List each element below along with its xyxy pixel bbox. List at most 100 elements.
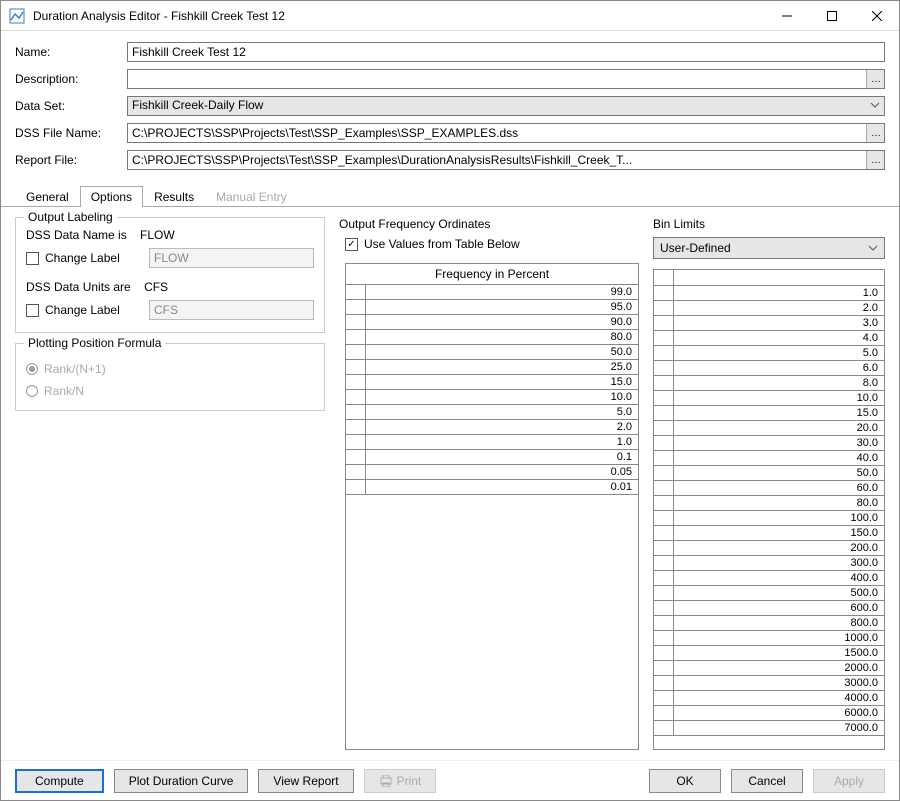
name-input[interactable] [127, 42, 885, 62]
bin-row[interactable]: 4.0 [654, 331, 884, 346]
freq-row[interactable]: 15.0 [346, 375, 638, 390]
bin-cell[interactable]: 80.0 [674, 496, 884, 510]
freq-cell[interactable]: 10.0 [366, 390, 638, 404]
freq-cell[interactable]: 80.0 [366, 330, 638, 344]
close-button[interactable] [854, 1, 899, 30]
bin-row[interactable]: 3.0 [654, 316, 884, 331]
bin-row[interactable]: 200.0 [654, 541, 884, 556]
bin-cell[interactable]: 800.0 [674, 616, 884, 630]
bin-row[interactable]: 20.0 [654, 421, 884, 436]
freq-table[interactable]: Frequency in Percent 99.095.090.080.050.… [345, 263, 639, 750]
freq-row[interactable]: 2.0 [346, 420, 638, 435]
bin-row[interactable]: 6.0 [654, 361, 884, 376]
bin-cell[interactable]: 1500.0 [674, 646, 884, 660]
ok-button[interactable]: OK [649, 769, 721, 793]
freq-row[interactable]: 99.0 [346, 285, 638, 300]
bin-cell[interactable]: 600.0 [674, 601, 884, 615]
bin-cell[interactable]: 1000.0 [674, 631, 884, 645]
bin-row[interactable]: 8.0 [654, 376, 884, 391]
bin-cell[interactable]: 30.0 [674, 436, 884, 450]
freq-row[interactable]: 0.1 [346, 450, 638, 465]
bin-cell[interactable]: 300.0 [674, 556, 884, 570]
bin-cell[interactable]: 4000.0 [674, 691, 884, 705]
dssfile-input[interactable] [128, 124, 866, 142]
bin-cell[interactable]: 1.0 [674, 286, 884, 300]
bin-cell[interactable]: 6000.0 [674, 706, 884, 720]
bin-cell[interactable]: 10.0 [674, 391, 884, 405]
bin-mode-select[interactable]: User-Defined [653, 237, 885, 259]
bin-cell[interactable]: 6.0 [674, 361, 884, 375]
bin-cell[interactable]: 15.0 [674, 406, 884, 420]
bin-cell[interactable]: 3.0 [674, 316, 884, 330]
freq-row[interactable]: 10.0 [346, 390, 638, 405]
freq-cell[interactable]: 15.0 [366, 375, 638, 389]
freq-cell[interactable]: 5.0 [366, 405, 638, 419]
bin-row[interactable]: 50.0 [654, 466, 884, 481]
bin-cell[interactable]: 50.0 [674, 466, 884, 480]
bin-row[interactable]: 2000.0 [654, 661, 884, 676]
bin-row[interactable]: 300.0 [654, 556, 884, 571]
radio-rank-n1[interactable] [26, 363, 38, 375]
bin-cell[interactable]: 400.0 [674, 571, 884, 585]
bin-cell[interactable]: 150.0 [674, 526, 884, 540]
bin-cell[interactable]: 500.0 [674, 586, 884, 600]
freq-row[interactable]: 50.0 [346, 345, 638, 360]
description-expand-button[interactable]: … [866, 70, 884, 88]
freq-cell[interactable]: 0.1 [366, 450, 638, 464]
bin-row[interactable]: 150.0 [654, 526, 884, 541]
bin-row[interactable]: 400.0 [654, 571, 884, 586]
bin-cell[interactable]: 4.0 [674, 331, 884, 345]
bin-row[interactable]: 1500.0 [654, 646, 884, 661]
bin-row[interactable]: 2.0 [654, 301, 884, 316]
freq-cell[interactable]: 99.0 [366, 285, 638, 299]
freq-row[interactable]: 95.0 [346, 300, 638, 315]
bin-table[interactable]: 1.02.03.04.05.06.08.010.015.020.030.040.… [653, 269, 885, 750]
freq-row[interactable]: 5.0 [346, 405, 638, 420]
bin-row[interactable]: 40.0 [654, 451, 884, 466]
plot-duration-button[interactable]: Plot Duration Curve [114, 769, 249, 793]
bin-row[interactable]: 80.0 [654, 496, 884, 511]
bin-cell[interactable]: 2.0 [674, 301, 884, 315]
bin-row[interactable]: 7000.0 [654, 721, 884, 736]
bin-cell[interactable]: 2000.0 [674, 661, 884, 675]
freq-cell[interactable]: 50.0 [366, 345, 638, 359]
bin-table-body[interactable]: 1.02.03.04.05.06.08.010.015.020.030.040.… [654, 286, 884, 749]
freq-cell[interactable]: 0.01 [366, 480, 638, 494]
freq-row[interactable]: 25.0 [346, 360, 638, 375]
bin-cell[interactable]: 7000.0 [674, 721, 884, 735]
tab-general[interactable]: General [15, 186, 80, 207]
bin-row[interactable]: 1000.0 [654, 631, 884, 646]
use-table-checkbox[interactable] [345, 238, 358, 251]
radio-rank-n[interactable] [26, 385, 38, 397]
maximize-button[interactable] [809, 1, 854, 30]
bin-row[interactable]: 1.0 [654, 286, 884, 301]
bin-row[interactable]: 3000.0 [654, 676, 884, 691]
bin-row[interactable]: 15.0 [654, 406, 884, 421]
bin-row[interactable]: 600.0 [654, 601, 884, 616]
freq-table-body[interactable]: 99.095.090.080.050.025.015.010.05.02.01.… [346, 285, 638, 749]
freq-cell[interactable]: 25.0 [366, 360, 638, 374]
compute-button[interactable]: Compute [15, 769, 104, 793]
freq-cell[interactable]: 90.0 [366, 315, 638, 329]
bin-row[interactable]: 30.0 [654, 436, 884, 451]
reportfile-browse-button[interactable]: … [866, 151, 884, 169]
bin-cell[interactable]: 60.0 [674, 481, 884, 495]
freq-cell[interactable]: 0.05 [366, 465, 638, 479]
change-name-checkbox[interactable] [26, 252, 39, 265]
bin-row[interactable]: 500.0 [654, 586, 884, 601]
reportfile-input[interactable] [128, 151, 866, 169]
change-units-checkbox[interactable] [26, 304, 39, 317]
bin-cell[interactable]: 5.0 [674, 346, 884, 360]
dataset-select[interactable]: Fishkill Creek-Daily Flow [127, 96, 885, 116]
dssfile-browse-button[interactable]: … [866, 124, 884, 142]
bin-row[interactable]: 4000.0 [654, 691, 884, 706]
bin-cell[interactable]: 8.0 [674, 376, 884, 390]
bin-cell[interactable]: 40.0 [674, 451, 884, 465]
freq-row[interactable]: 80.0 [346, 330, 638, 345]
freq-row[interactable]: 90.0 [346, 315, 638, 330]
bin-row[interactable]: 800.0 [654, 616, 884, 631]
tab-options[interactable]: Options [80, 186, 143, 207]
freq-row[interactable]: 1.0 [346, 435, 638, 450]
bin-row[interactable]: 60.0 [654, 481, 884, 496]
freq-row[interactable]: 0.05 [346, 465, 638, 480]
